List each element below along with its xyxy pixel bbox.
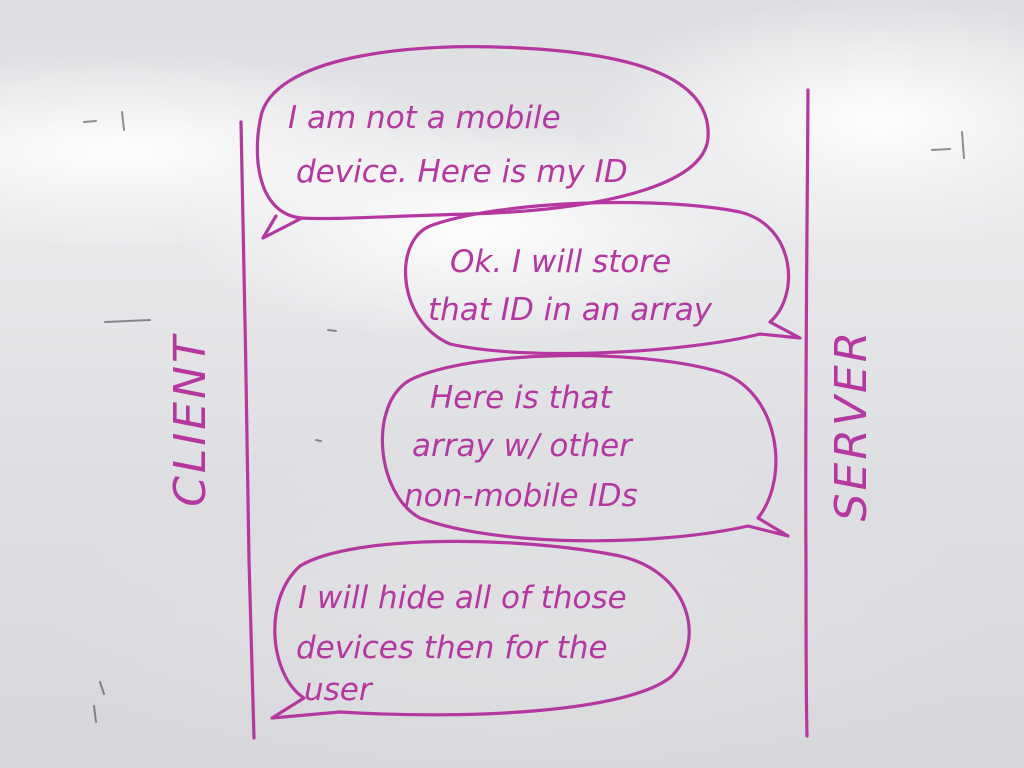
message-1-text-line-1: I am not a mobile	[288, 100, 561, 136]
message-2-speech-bubble: Ok. I will store that ID in an array	[403, 200, 802, 356]
server-lifeline	[804, 88, 810, 738]
message-4-text-line-2: devices then for the	[296, 630, 608, 666]
message-4-text-line-1: I will hide all of those	[298, 580, 627, 616]
client-actor-label: CLIENT	[165, 333, 216, 507]
message-3-speech-bubble: Here is that array w/ other non-mobile I…	[380, 353, 790, 543]
message-3-text-line-1: Here is that	[430, 380, 613, 416]
server-actor-label: SERVER	[826, 329, 877, 522]
message-4-speech-bubble: I will hide all of those devices then fo…	[270, 539, 691, 720]
message-2-text-line-2: that ID in an array	[428, 292, 713, 328]
message-1-speech-bubble: I am not a mobile device. Here is my ID	[255, 45, 710, 240]
message-3-text-line-3: non-mobile IDs	[404, 478, 638, 514]
message-2-text-line-1: Ok. I will store	[450, 244, 671, 280]
message-1-text-line-2: device. Here is my ID	[296, 154, 628, 190]
sequence-diagram: CLIENT SERVER I am not a mobile device. …	[83, 45, 965, 740]
client-lifeline	[239, 120, 256, 740]
whiteboard: CLIENT SERVER I am not a mobile device. …	[0, 0, 1024, 768]
message-4-text-line-3: user	[304, 672, 374, 708]
message-3-text-line-2: array w/ other	[412, 428, 634, 464]
message-1-bubble-outline	[255, 45, 710, 240]
